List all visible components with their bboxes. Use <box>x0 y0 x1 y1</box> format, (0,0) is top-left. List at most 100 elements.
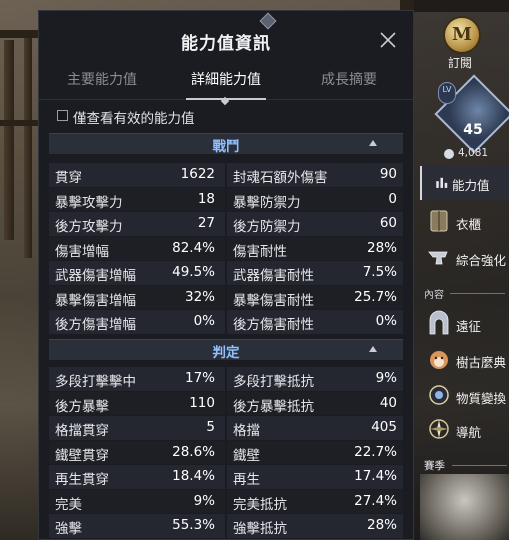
stat-value: 9% <box>193 492 215 509</box>
bar-chart-icon <box>436 177 448 188</box>
menu-label: 導航 <box>456 425 482 440</box>
stat-value: 32% <box>184 288 215 305</box>
panel-title-bar: 能力值資訊 <box>39 21 413 61</box>
divider-line <box>452 465 507 466</box>
menu-item-navigation[interactable]: 導航 <box>420 414 509 448</box>
stat-cell: 傷害耐性 28% <box>227 236 403 260</box>
stat-value: 40 <box>379 394 397 411</box>
menu-label: 樹古麼典 <box>456 355 507 370</box>
stat-cell: 完美 9% <box>49 489 225 513</box>
stat-value: 9% <box>375 370 397 386</box>
stat-cell: 強擊 55.3% <box>49 514 225 538</box>
stats-panel: 能力值資訊 主要能力值 詳細能力值 成長摘要 僅查看有效的能力值 戰鬥 貫穿 16… <box>38 10 414 540</box>
stat-label: 多段打擊擊中 <box>55 374 136 390</box>
panel-title: 能力值資訊 <box>181 34 271 54</box>
menu-item-wardrobe[interactable]: 衣櫃 <box>420 206 509 240</box>
stat-row: 貫穿 1622 封魂石額外傷害 90 <box>49 163 403 188</box>
tab-main-stats[interactable]: 主要能力值 <box>42 65 162 99</box>
divider-line <box>450 293 505 294</box>
compass-icon <box>429 419 449 439</box>
stat-row: 格擋貫穿 5 格擋 405 <box>49 416 403 441</box>
effective-stats-label: 僅查看有效的能力值 <box>73 111 195 127</box>
effective-stats-checkbox[interactable] <box>57 110 68 121</box>
stat-cell: 後方攻擊力 27 <box>49 212 225 236</box>
season-caption: 賽季 <box>424 460 445 472</box>
stat-cell: 暴擊攻擊力 18 <box>49 187 225 211</box>
stat-cell: 暴擊傷害增幅 32% <box>49 285 225 309</box>
stat-label: 完美抵抗 <box>233 496 287 513</box>
caret-up-icon[interactable] <box>369 346 377 352</box>
stat-cell: 封魂石額外傷害 90 <box>227 163 403 187</box>
stat-label: 武器傷害耐性 <box>233 268 314 284</box>
stat-value: 0% <box>375 313 397 329</box>
stat-label: 鐵壁貫穿 <box>55 447 109 464</box>
stat-label: 再生 <box>233 472 260 488</box>
stat-label: 後方暴擊 <box>55 398 109 415</box>
judgement-stats-grid: 多段打擊擊中 17% 多段打擊抵抗 9% 後方暴擊 110 後方暴擊抵抗 40 格擋貫穿… <box>49 367 403 539</box>
stat-value: 55.3% <box>172 517 215 533</box>
stat-value: 18 <box>197 190 215 207</box>
stat-cell: 多段打擊擊中 17% <box>49 367 225 391</box>
stat-row: 完美 9% 完美抵抗 27.4% <box>49 489 403 515</box>
stat-row: 暴擊傷害增幅 32% 暴擊傷害耐性 25.7% <box>49 285 403 311</box>
menu-item-codex[interactable]: 樹古麼典 <box>420 344 509 378</box>
menu-item-transmute[interactable]: 物質變換 <box>420 380 509 414</box>
stat-row: 後方傷害增幅 0% 後方傷害耐性 0% <box>49 310 403 335</box>
stat-cell: 貫穿 1622 <box>49 163 225 187</box>
combat-stats-grid: 貫穿 1622 封魂石額外傷害 90 暴擊攻擊力 18 暴擊防禦力 0 後方攻擊力 27 … <box>49 163 403 335</box>
stat-cell: 多段打擊抵抗 9% <box>227 367 403 391</box>
stat-value: 28.6% <box>172 443 215 460</box>
dog-icon <box>430 351 448 369</box>
stat-cell: 武器傷害增幅 49.5% <box>49 261 225 285</box>
caret-up-icon[interactable] <box>369 140 377 146</box>
close-icon[interactable] <box>377 29 399 51</box>
stat-label: 後方攻擊力 <box>55 219 123 235</box>
stat-value: 28% <box>366 517 397 533</box>
subscribe-button[interactable]: M 訂閱 <box>432 10 492 70</box>
stat-cell: 鐵壁貫穿 28.6% <box>49 440 225 464</box>
section-title: 戰鬥 <box>212 139 240 155</box>
stat-value: 27.4% <box>354 492 397 509</box>
menu-item-expedition[interactable]: 遠征 <box>420 308 509 342</box>
stat-cell: 再生 17.4% <box>227 465 403 489</box>
stat-value: 17% <box>184 370 215 386</box>
stat-label: 暴擊傷害增幅 <box>55 292 136 309</box>
stat-value: 27 <box>197 215 215 231</box>
stat-value: 49.5% <box>172 264 215 280</box>
orb-icon <box>429 385 449 405</box>
stat-cell: 後方暴擊抵抗 40 <box>227 391 403 415</box>
menu-label: 遠征 <box>456 319 482 334</box>
stat-value: 7.5% <box>362 264 397 280</box>
tab-detailed-stats[interactable]: 詳細能力值 <box>166 65 286 100</box>
menu-item-stats[interactable]: 能力值 <box>420 166 509 200</box>
stat-row: 後方暴擊 110 後方暴擊抵抗 40 <box>49 391 403 417</box>
lv-badge: LV <box>438 82 456 104</box>
stat-cell: 武器傷害耐性 7.5% <box>227 261 403 285</box>
combat-power: 4,081 <box>444 147 509 161</box>
menu-item-enhance[interactable]: 綜合強化 <box>420 242 509 276</box>
anvil-icon <box>428 251 448 265</box>
stat-label: 格擋貫穿 <box>55 423 109 439</box>
backdrop-post <box>24 38 32 258</box>
section-header-combat[interactable]: 戰鬥 <box>49 133 403 155</box>
stat-label: 暴擊攻擊力 <box>55 194 123 211</box>
stat-cell: 暴擊防禦力 0 <box>227 187 403 211</box>
stat-label: 再生貫穿 <box>55 472 109 488</box>
stat-row: 鐵壁貫穿 28.6% 鐵壁 22.7% <box>49 440 403 466</box>
side-menu: M 訂閱 LV 45 4,081 能力值 衣櫃 綜合強化 內容 遠征 樹古麼典 … <box>414 0 509 540</box>
backdrop-post <box>4 40 14 240</box>
stat-cell: 暴擊傷害耐性 25.7% <box>227 285 403 309</box>
section-header-judgement[interactable]: 判定 <box>49 339 403 361</box>
stat-value: 110 <box>189 394 215 411</box>
stat-cell: 完美抵抗 27.4% <box>227 489 403 513</box>
stat-value: 18.4% <box>172 468 215 484</box>
stat-row: 後方攻擊力 27 後方防禦力 60 <box>49 212 403 237</box>
season-banner-image[interactable] <box>420 474 509 540</box>
stat-cell: 格擋 405 <box>227 416 403 440</box>
tab-growth-summary[interactable]: 成長摘要 <box>289 65 409 99</box>
stat-label: 多段打擊抵抗 <box>233 374 314 390</box>
helmet-icon <box>444 149 454 159</box>
backdrop-beam <box>0 30 40 38</box>
menu-label: 能力值 <box>452 178 490 193</box>
panel-tabs: 主要能力值 詳細能力值 成長摘要 <box>39 65 413 100</box>
